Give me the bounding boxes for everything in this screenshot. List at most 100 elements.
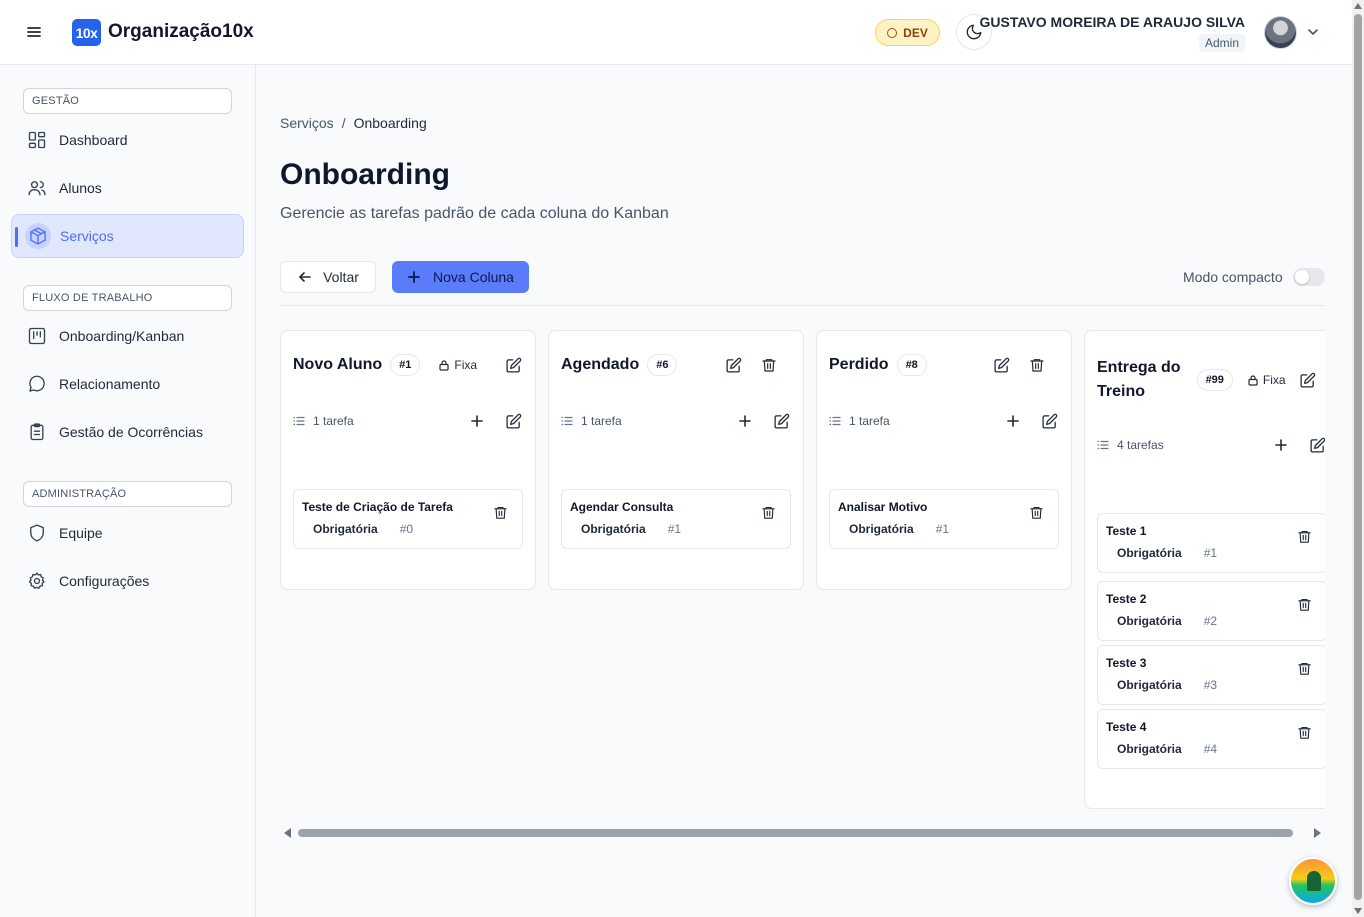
trash-icon: [1297, 662, 1311, 675]
kanban-column: Perdido #8 1 tarefa Analisar Motivo Obri…: [816, 330, 1072, 590]
edit-icon: [993, 357, 1009, 373]
task-card[interactable]: Analisar Motivo Obrigatória #1: [829, 489, 1059, 549]
column-meta-row: 4 tarefas: [1097, 435, 1325, 455]
edit-icon: [725, 357, 741, 373]
task-card[interactable]: Teste de Criação de Tarefa Obrigatória #…: [293, 489, 523, 549]
task-number: #1: [1203, 546, 1218, 560]
package-icon: [30, 227, 46, 245]
column-task-actions: [1003, 411, 1059, 431]
scroll-up-icon[interactable]: [1354, 3, 1362, 9]
column-meta-row: 1 tarefa: [829, 411, 1059, 431]
add-task-button[interactable]: [1271, 435, 1291, 455]
edit-column-button[interactable]: [503, 355, 523, 375]
edit-column-button[interactable]: [723, 355, 743, 375]
scrollbar-thumb[interactable]: [1354, 14, 1362, 900]
env-label: DEV: [903, 25, 928, 40]
back-button[interactable]: Voltar: [280, 261, 376, 293]
task-card[interactable]: Teste 1 Obrigatória #1: [1097, 513, 1325, 573]
delete-task-button[interactable]: [490, 502, 510, 522]
delete-task-button[interactable]: [1294, 526, 1314, 546]
plus-icon: [739, 415, 751, 427]
list-icon: [1097, 440, 1109, 450]
edit-column-button[interactable]: [1298, 370, 1318, 390]
task-type: Obrigatória: [581, 522, 646, 536]
sidebar-item-equipe[interactable]: Equipe: [11, 511, 244, 555]
task-number: #1: [667, 522, 682, 536]
delete-column-button[interactable]: [759, 355, 779, 375]
sidebar-item-relacionamento[interactable]: Relacionamento: [11, 362, 244, 406]
breadcrumb: Serviços / Onboarding: [280, 115, 427, 131]
sidebar-item-ocorrencias[interactable]: Gestão de Ocorrências: [11, 410, 244, 454]
sidebar-item-servicos[interactable]: Serviços: [11, 214, 244, 258]
edit-column-button[interactable]: [991, 355, 1011, 375]
brand-name[interactable]: Organização10x: [108, 21, 254, 43]
scrollbar-thumb[interactable]: [298, 829, 1293, 837]
brand-logo[interactable]: 10x: [72, 19, 101, 46]
edit-icon: [1309, 437, 1325, 453]
board-horizontal-scrollbar[interactable]: [280, 826, 1325, 840]
delete-task-button[interactable]: [1026, 502, 1046, 522]
sidebar-item-label: Dashboard: [59, 132, 128, 148]
user-name[interactable]: GUSTAVO MOREIRA DE ARAUJO SILVA: [980, 14, 1246, 30]
assistant-fab-button[interactable]: [1289, 857, 1337, 905]
sidebar-item-configuracoes[interactable]: Configurações: [11, 559, 244, 603]
task-number: #3: [1203, 678, 1218, 692]
delete-task-button[interactable]: [758, 502, 778, 522]
task-meta: Obrigatória #0: [302, 522, 514, 536]
plus-icon: [408, 271, 420, 283]
delete-task-button[interactable]: [1294, 594, 1314, 614]
delete-task-button[interactable]: [1294, 722, 1314, 742]
users-icon: [28, 181, 46, 196]
column-header: Novo Aluno #1 Fixa: [293, 353, 523, 377]
task-card[interactable]: Teste 4 Obrigatória #4: [1097, 709, 1325, 769]
add-task-button[interactable]: [1003, 411, 1023, 431]
message-circle-icon: [29, 375, 45, 392]
scroll-down-icon[interactable]: [1354, 908, 1362, 914]
edit-tasks-button[interactable]: [1307, 435, 1325, 455]
task-name: Teste 2: [1106, 592, 1147, 606]
sidebar-item-label: Gestão de Ocorrências: [59, 424, 203, 440]
kanban-icon: [28, 327, 46, 345]
task-meta: Obrigatória #4: [1106, 742, 1318, 756]
toolbar-divider: [280, 305, 1325, 306]
column-title: Perdido: [829, 356, 889, 373]
add-task-button[interactable]: [467, 411, 487, 431]
page-vertical-scrollbar[interactable]: [1352, 0, 1364, 917]
plus-icon: [1007, 415, 1019, 427]
compact-mode-toggle[interactable]: [1293, 268, 1325, 286]
scroll-right-icon[interactable]: [1314, 828, 1321, 838]
sidebar-item-alunos[interactable]: Alunos: [11, 166, 244, 210]
edit-tasks-button[interactable]: [771, 411, 791, 431]
new-column-button[interactable]: Nova Coluna: [392, 261, 529, 293]
column-title: Agendado: [561, 356, 640, 373]
sidebar-item-onboarding-kanban[interactable]: Onboarding/Kanban: [11, 314, 244, 358]
column-title-line: Treino: [1097, 383, 1146, 400]
breadcrumb-link-servicos[interactable]: Serviços: [280, 115, 334, 131]
sidebar-item-dashboard[interactable]: Dashboard: [11, 118, 244, 162]
kanban-column: Entrega do Treino #99 Fixa 4 tarefas Tes…: [1084, 330, 1325, 809]
breadcrumb-current: Onboarding: [353, 115, 427, 131]
delete-task-button[interactable]: [1294, 658, 1314, 678]
env-badge: DEV: [875, 19, 940, 46]
task-card[interactable]: Teste 2 Obrigatória #2: [1097, 581, 1325, 641]
avatar[interactable]: [1264, 16, 1297, 49]
task-type: Obrigatória: [1117, 742, 1182, 756]
task-meta: Obrigatória #2: [1106, 614, 1318, 628]
menu-icon[interactable]: [24, 22, 44, 42]
edit-tasks-button[interactable]: [1039, 411, 1059, 431]
trash-icon: [493, 506, 507, 519]
task-card[interactable]: Teste 3 Obrigatória #3: [1097, 645, 1325, 705]
task-card[interactable]: Agendar Consulta Obrigatória #1: [561, 489, 791, 549]
task-meta: Obrigatória #3: [1106, 678, 1318, 692]
edit-tasks-button[interactable]: [503, 411, 523, 431]
column-number-badge: #6: [647, 354, 678, 376]
delete-column-button[interactable]: [1027, 355, 1047, 375]
task-type: Obrigatória: [1117, 614, 1182, 628]
scroll-left-icon[interactable]: [284, 828, 291, 838]
trash-icon: [1029, 506, 1043, 519]
chevron-down-icon[interactable]: [1306, 25, 1320, 39]
sidebar-section-admin: ADMINISTRAÇÃO: [23, 481, 232, 507]
edit-icon: [1041, 413, 1057, 429]
task-name: Teste 1: [1106, 524, 1147, 538]
add-task-button[interactable]: [735, 411, 755, 431]
